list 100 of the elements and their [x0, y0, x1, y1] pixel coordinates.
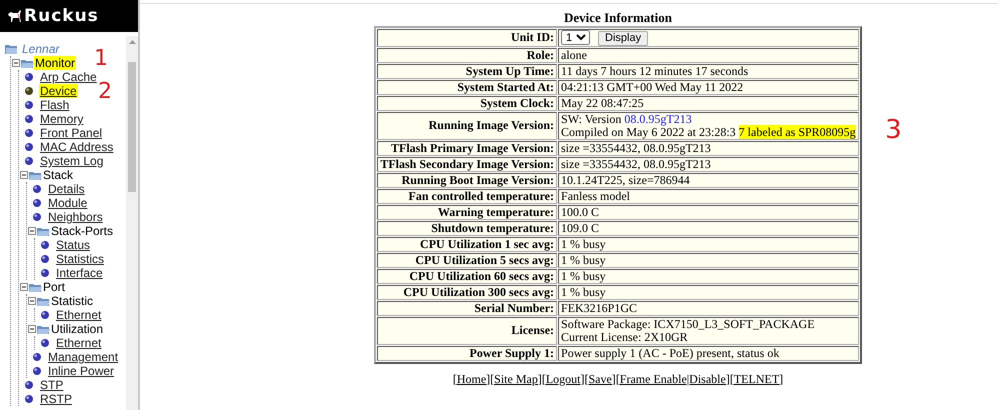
bullet-icon — [32, 352, 42, 362]
label-cell: Warning temperature: — [377, 204, 558, 220]
bullet-icon — [40, 254, 50, 264]
value-text: Current License: 2X10GR — [561, 330, 688, 344]
value-text: 1 % busy — [561, 284, 606, 298]
tree-link[interactable]: Management — [47, 350, 120, 364]
label-cell: Shutdown temperature: — [377, 220, 558, 236]
tree-root-label[interactable]: Lennar — [21, 42, 60, 56]
tree-link[interactable]: Interface — [55, 266, 104, 280]
annotation-number: 2 — [98, 81, 112, 103]
label-cell: Running Image Version: — [377, 112, 558, 140]
label-cell: Serial Number: — [377, 300, 558, 316]
value-text: Compiled on May 6 2022 at 23:28:3 — [561, 124, 736, 138]
label-cell: License: — [377, 316, 558, 344]
bullet-icon — [24, 114, 34, 124]
value-text: 109.0 C — [561, 220, 600, 234]
label-cell: CPU Utilization 5 secs avg: — [377, 252, 558, 268]
tree-link[interactable]: Flash — [39, 98, 70, 112]
value-text: size =33554432, 08.0.95gT213 — [561, 140, 711, 154]
label-cell: Fan controlled temperature: — [377, 188, 558, 204]
label-cell: Running Boot Image Version: — [377, 172, 558, 188]
bullet-icon — [40, 240, 50, 250]
folder-icon[interactable] — [28, 324, 50, 334]
value-text: Fanless model — [561, 188, 630, 202]
value-text: FEK3216P1GC — [561, 300, 638, 314]
tree-link[interactable]: Ethernet — [55, 336, 102, 350]
bullet-icon — [24, 100, 34, 110]
footer-link[interactable]: [Save] — [584, 372, 616, 386]
bullet-icon — [24, 394, 34, 404]
scrollbar[interactable] — [126, 36, 138, 410]
bullet-icon — [32, 212, 42, 222]
folder-icon[interactable] — [20, 282, 42, 292]
bullet-icon — [24, 380, 34, 390]
footer-link[interactable]: [Site Map] — [490, 372, 542, 386]
tree-folder[interactable]: Stack-Ports — [50, 224, 114, 238]
value-text: alone — [561, 48, 588, 62]
tree-link[interactable]: MAC Address — [39, 140, 114, 154]
label-cell: Role: — [377, 48, 558, 62]
tree-link[interactable]: Memory — [39, 112, 84, 126]
label-cell: CPU Utilization 60 secs avg: — [377, 268, 558, 284]
bullet-icon — [24, 128, 34, 138]
tree-link[interactable]: Module — [47, 196, 88, 210]
bullet-icon — [32, 184, 42, 194]
value-text: 100.0 C — [561, 204, 600, 218]
value-text: 11 days 7 hours 12 minutes 17 seconds — [561, 64, 748, 78]
bullet-icon — [24, 72, 34, 82]
value-text: size =33554432, 08.0.95gT213 — [561, 156, 711, 170]
scroll-up-icon[interactable] — [128, 40, 136, 44]
tree-link[interactable]: Status — [55, 238, 92, 252]
value-text: SW: Version — [561, 112, 622, 126]
tree-link[interactable]: System Log — [39, 154, 104, 168]
folder-icon — [4, 44, 18, 54]
tree-link[interactable]: Ethernet — [55, 308, 102, 322]
tree-folder[interactable]: Utilization — [50, 322, 104, 336]
value-text: May 22 08:47:25 — [561, 96, 644, 110]
footer-link[interactable]: [Logout] — [542, 372, 584, 386]
footer-link[interactable]: [Frame Enable|Disable] — [616, 372, 730, 386]
label-cell: Unit ID: — [377, 29, 558, 46]
version-link[interactable]: 08.0.95gT213 — [624, 112, 692, 126]
tree-link[interactable]: Arp Cache — [39, 70, 98, 84]
scroll-thumb[interactable] — [128, 62, 136, 192]
label-cell: TFlash Primary Image Version: — [377, 140, 558, 156]
bullet-icon — [40, 338, 50, 348]
tree-link[interactable]: Statistics — [55, 252, 106, 266]
folder-icon[interactable] — [12, 58, 34, 68]
tree-folder[interactable]: Stack — [42, 168, 74, 182]
bullet-icon — [32, 366, 42, 376]
highlighted-text: 7 labeled as SPR08095g — [738, 124, 856, 138]
tree-link[interactable]: STP — [39, 378, 64, 392]
tree-link[interactable]: Details — [47, 182, 86, 196]
tree-folder[interactable]: Port — [42, 280, 66, 294]
bullet-icon — [24, 142, 34, 152]
bullet-icon — [32, 198, 42, 208]
value-text: 10.1.24T225, size=786944 — [561, 172, 690, 186]
tree-link[interactable]: Neighbors — [47, 210, 104, 224]
tree-link[interactable]: Device — [39, 84, 78, 98]
folder-icon[interactable] — [20, 170, 42, 180]
unit-select[interactable]: 1 — [561, 30, 590, 45]
tree-link[interactable]: Front Panel — [39, 126, 104, 140]
label-cell: System Started At: — [377, 80, 558, 94]
dog-icon — [6, 8, 22, 24]
annotation-number: 1 — [94, 48, 108, 70]
logo-text: Ruckus — [24, 6, 99, 26]
bullet-icon — [40, 310, 50, 320]
tree-link[interactable]: Inline Power — [47, 364, 116, 378]
footer-link[interactable]: [Home] — [452, 372, 490, 386]
value-text: 1 % busy — [561, 236, 606, 250]
tree-folder[interactable]: Monitor — [34, 56, 76, 70]
label-cell: CPU Utilization 300 secs avg: — [377, 284, 558, 300]
folder-icon[interactable] — [28, 226, 50, 236]
folder-icon[interactable] — [28, 296, 50, 306]
tree-folder[interactable]: Statistic — [50, 294, 94, 308]
value-text: 04:21:13 GMT+00 Wed May 11 2022 — [561, 80, 744, 94]
label-cell: System Up Time: — [377, 64, 558, 78]
bullet-icon — [40, 268, 50, 278]
tree-link[interactable]: RSTP — [39, 392, 74, 406]
value-text: 1 % busy — [561, 252, 606, 266]
footer-link[interactable]: [TELNET] — [730, 372, 784, 386]
annotation-number: 3 — [885, 117, 902, 143]
display-button[interactable]: Display — [598, 30, 648, 46]
